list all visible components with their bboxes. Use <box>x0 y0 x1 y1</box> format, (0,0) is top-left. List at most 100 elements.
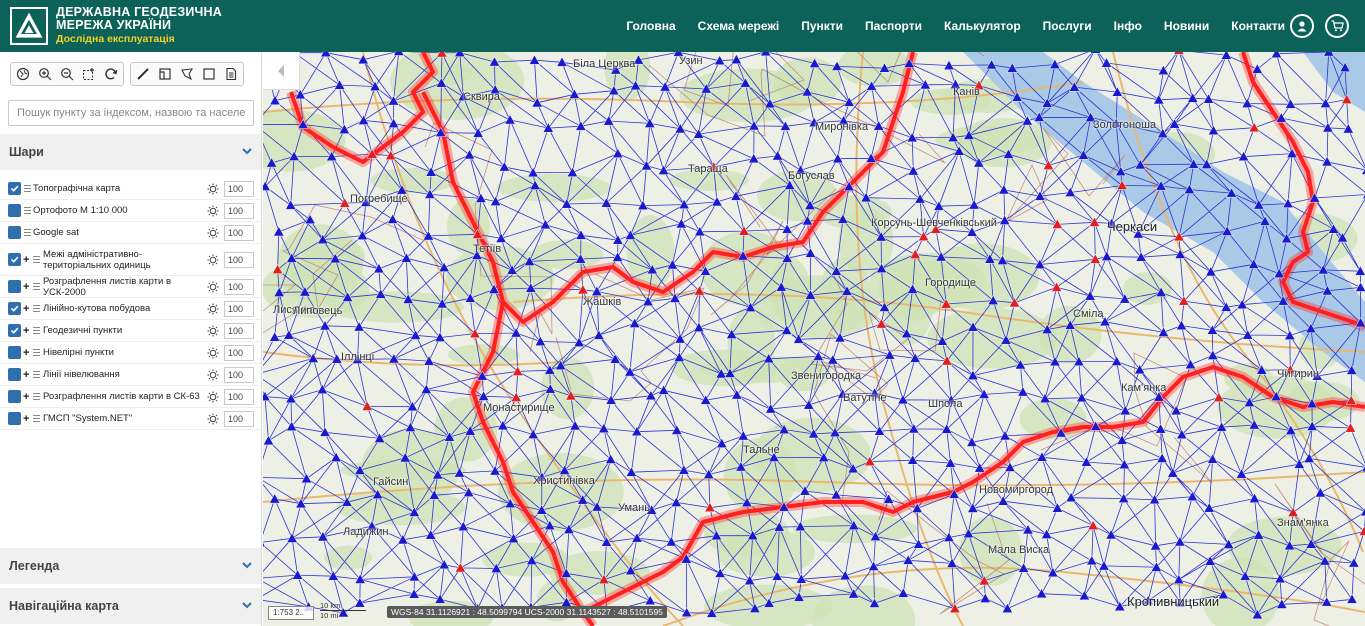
layer-opacity-input[interactable] <box>224 251 254 268</box>
nav-network-scheme[interactable]: Схема мережі <box>698 19 780 33</box>
layer-settings-icon[interactable] <box>207 391 219 403</box>
drag-handle-icon[interactable] <box>33 392 40 400</box>
layer-checkbox[interactable] <box>8 412 21 425</box>
drag-handle-icon[interactable] <box>33 304 40 312</box>
logo-icon[interactable] <box>10 7 48 45</box>
layer-checkbox[interactable] <box>8 182 21 195</box>
layer-opacity-input[interactable] <box>224 388 254 405</box>
place-label: Канів <box>953 86 980 98</box>
expand-layer-icon[interactable]: + <box>23 369 29 381</box>
layer-checkbox[interactable] <box>8 346 21 359</box>
place-label: Жашків <box>583 296 622 308</box>
nav-calculator[interactable]: Калькулятор <box>944 19 1021 33</box>
drag-handle-icon[interactable] <box>33 370 40 378</box>
layer-label: Межі адміністративно-територіальних один… <box>43 248 151 271</box>
layer-opacity-input[interactable] <box>224 300 254 317</box>
scale-bar-mi: 10 mi <box>320 611 339 620</box>
cart-button[interactable] <box>1325 14 1349 38</box>
layer-settings-icon[interactable] <box>207 325 219 337</box>
expand-layer-icon[interactable]: + <box>23 391 29 403</box>
layer-opacity-input[interactable] <box>224 322 254 339</box>
rectangle-icon <box>203 68 215 80</box>
layer-checkbox[interactable] <box>8 368 21 381</box>
expand-layer-icon[interactable]: + <box>23 413 29 425</box>
nav-info[interactable]: Інфо <box>1114 19 1142 33</box>
chevron-left-icon <box>278 64 284 77</box>
layer-settings-icon[interactable] <box>207 347 219 359</box>
map-canvas[interactable]: Біла Церква Узин Сквира Канів Золотоноша Миро… <box>263 52 1365 626</box>
checkmark-icon <box>10 305 19 312</box>
layer-settings-icon[interactable] <box>207 413 219 425</box>
drag-handle-icon[interactable] <box>24 228 31 236</box>
checkmark-icon <box>10 256 19 263</box>
scale-bar-km: 10 km <box>320 601 366 611</box>
drag-handle-icon[interactable] <box>24 206 31 214</box>
drag-handle-icon[interactable] <box>24 184 31 192</box>
layers-section-header[interactable]: Шари <box>0 134 261 170</box>
nav-home[interactable]: Головна <box>626 19 675 33</box>
expand-layer-icon[interactable]: + <box>23 347 29 359</box>
geodetic-point <box>393 52 405 56</box>
place-label: Кропивницький <box>1127 594 1220 609</box>
user-button[interactable] <box>1290 14 1314 38</box>
place-label: Липовець <box>293 305 343 317</box>
place-label: Кам'янка <box>1121 382 1167 394</box>
layer-checkbox[interactable] <box>8 226 21 239</box>
drag-handle-icon[interactable] <box>33 348 40 356</box>
zoom-box-button[interactable] <box>79 65 99 83</box>
layer-row: + ГМСП "System.NET" <box>0 408 261 430</box>
document-button[interactable] <box>221 65 241 83</box>
measure-line-button[interactable] <box>133 65 153 83</box>
document-icon <box>226 67 237 81</box>
geodetic-point <box>1089 52 1102 54</box>
refresh-button[interactable] <box>101 65 121 83</box>
layer-checkbox[interactable] <box>8 253 21 266</box>
zoom-out-button[interactable] <box>57 65 77 83</box>
nav-points[interactable]: Пункти <box>801 19 843 33</box>
drag-handle-icon[interactable] <box>33 414 40 422</box>
layer-settings-icon[interactable] <box>207 254 219 266</box>
layer-opacity-input[interactable] <box>224 224 254 241</box>
expand-layer-icon[interactable]: + <box>23 254 29 266</box>
layer-checkbox[interactable] <box>8 324 21 337</box>
layer-checkbox[interactable] <box>8 280 21 293</box>
polygon-button[interactable] <box>177 65 197 83</box>
layer-settings-icon[interactable] <box>207 303 219 315</box>
layer-opacity-input[interactable] <box>224 344 254 361</box>
layer-settings-icon[interactable] <box>207 369 219 381</box>
place-label: Погребище <box>350 193 408 205</box>
expand-layer-icon[interactable]: + <box>23 281 29 293</box>
nav-news[interactable]: Новини <box>1164 19 1209 33</box>
layer-settings-icon[interactable] <box>207 227 219 239</box>
layer-checkbox[interactable] <box>8 302 21 315</box>
search-input[interactable] <box>8 100 254 126</box>
nav-map-section-header[interactable]: Навігаційна карта <box>0 588 261 624</box>
legend-section-header[interactable]: Легенда <box>0 548 261 584</box>
layer-settings-icon[interactable] <box>207 205 219 217</box>
measure-area-button[interactable] <box>155 65 175 83</box>
drag-handle-icon[interactable] <box>33 255 40 263</box>
scale-bar: 10 km 10 mi <box>320 601 366 620</box>
place-label: Ладижин <box>343 526 389 538</box>
nav-services[interactable]: Послуги <box>1043 19 1092 33</box>
layer-opacity-input[interactable] <box>224 202 254 219</box>
drag-handle-icon[interactable] <box>33 282 40 290</box>
collapse-sidebar-button[interactable] <box>263 52 300 90</box>
zoom-in-button[interactable] <box>35 65 55 83</box>
layer-opacity-input[interactable] <box>224 410 254 427</box>
globe-button[interactable] <box>13 65 33 83</box>
expand-layer-icon[interactable]: + <box>23 303 29 315</box>
nav-passports[interactable]: Паспорти <box>865 19 922 33</box>
nav-contacts[interactable]: Контакти <box>1231 19 1285 33</box>
layer-checkbox[interactable] <box>8 204 21 217</box>
layer-opacity-input[interactable] <box>224 180 254 197</box>
geodetic-point <box>760 52 772 57</box>
layer-checkbox[interactable] <box>8 390 21 403</box>
rectangle-button[interactable] <box>199 65 219 83</box>
expand-layer-icon[interactable]: + <box>23 325 29 337</box>
layer-opacity-input[interactable] <box>224 278 254 295</box>
layer-settings-icon[interactable] <box>207 281 219 293</box>
layer-settings-icon[interactable] <box>207 183 219 195</box>
drag-handle-icon[interactable] <box>33 326 40 334</box>
layer-opacity-input[interactable] <box>224 366 254 383</box>
